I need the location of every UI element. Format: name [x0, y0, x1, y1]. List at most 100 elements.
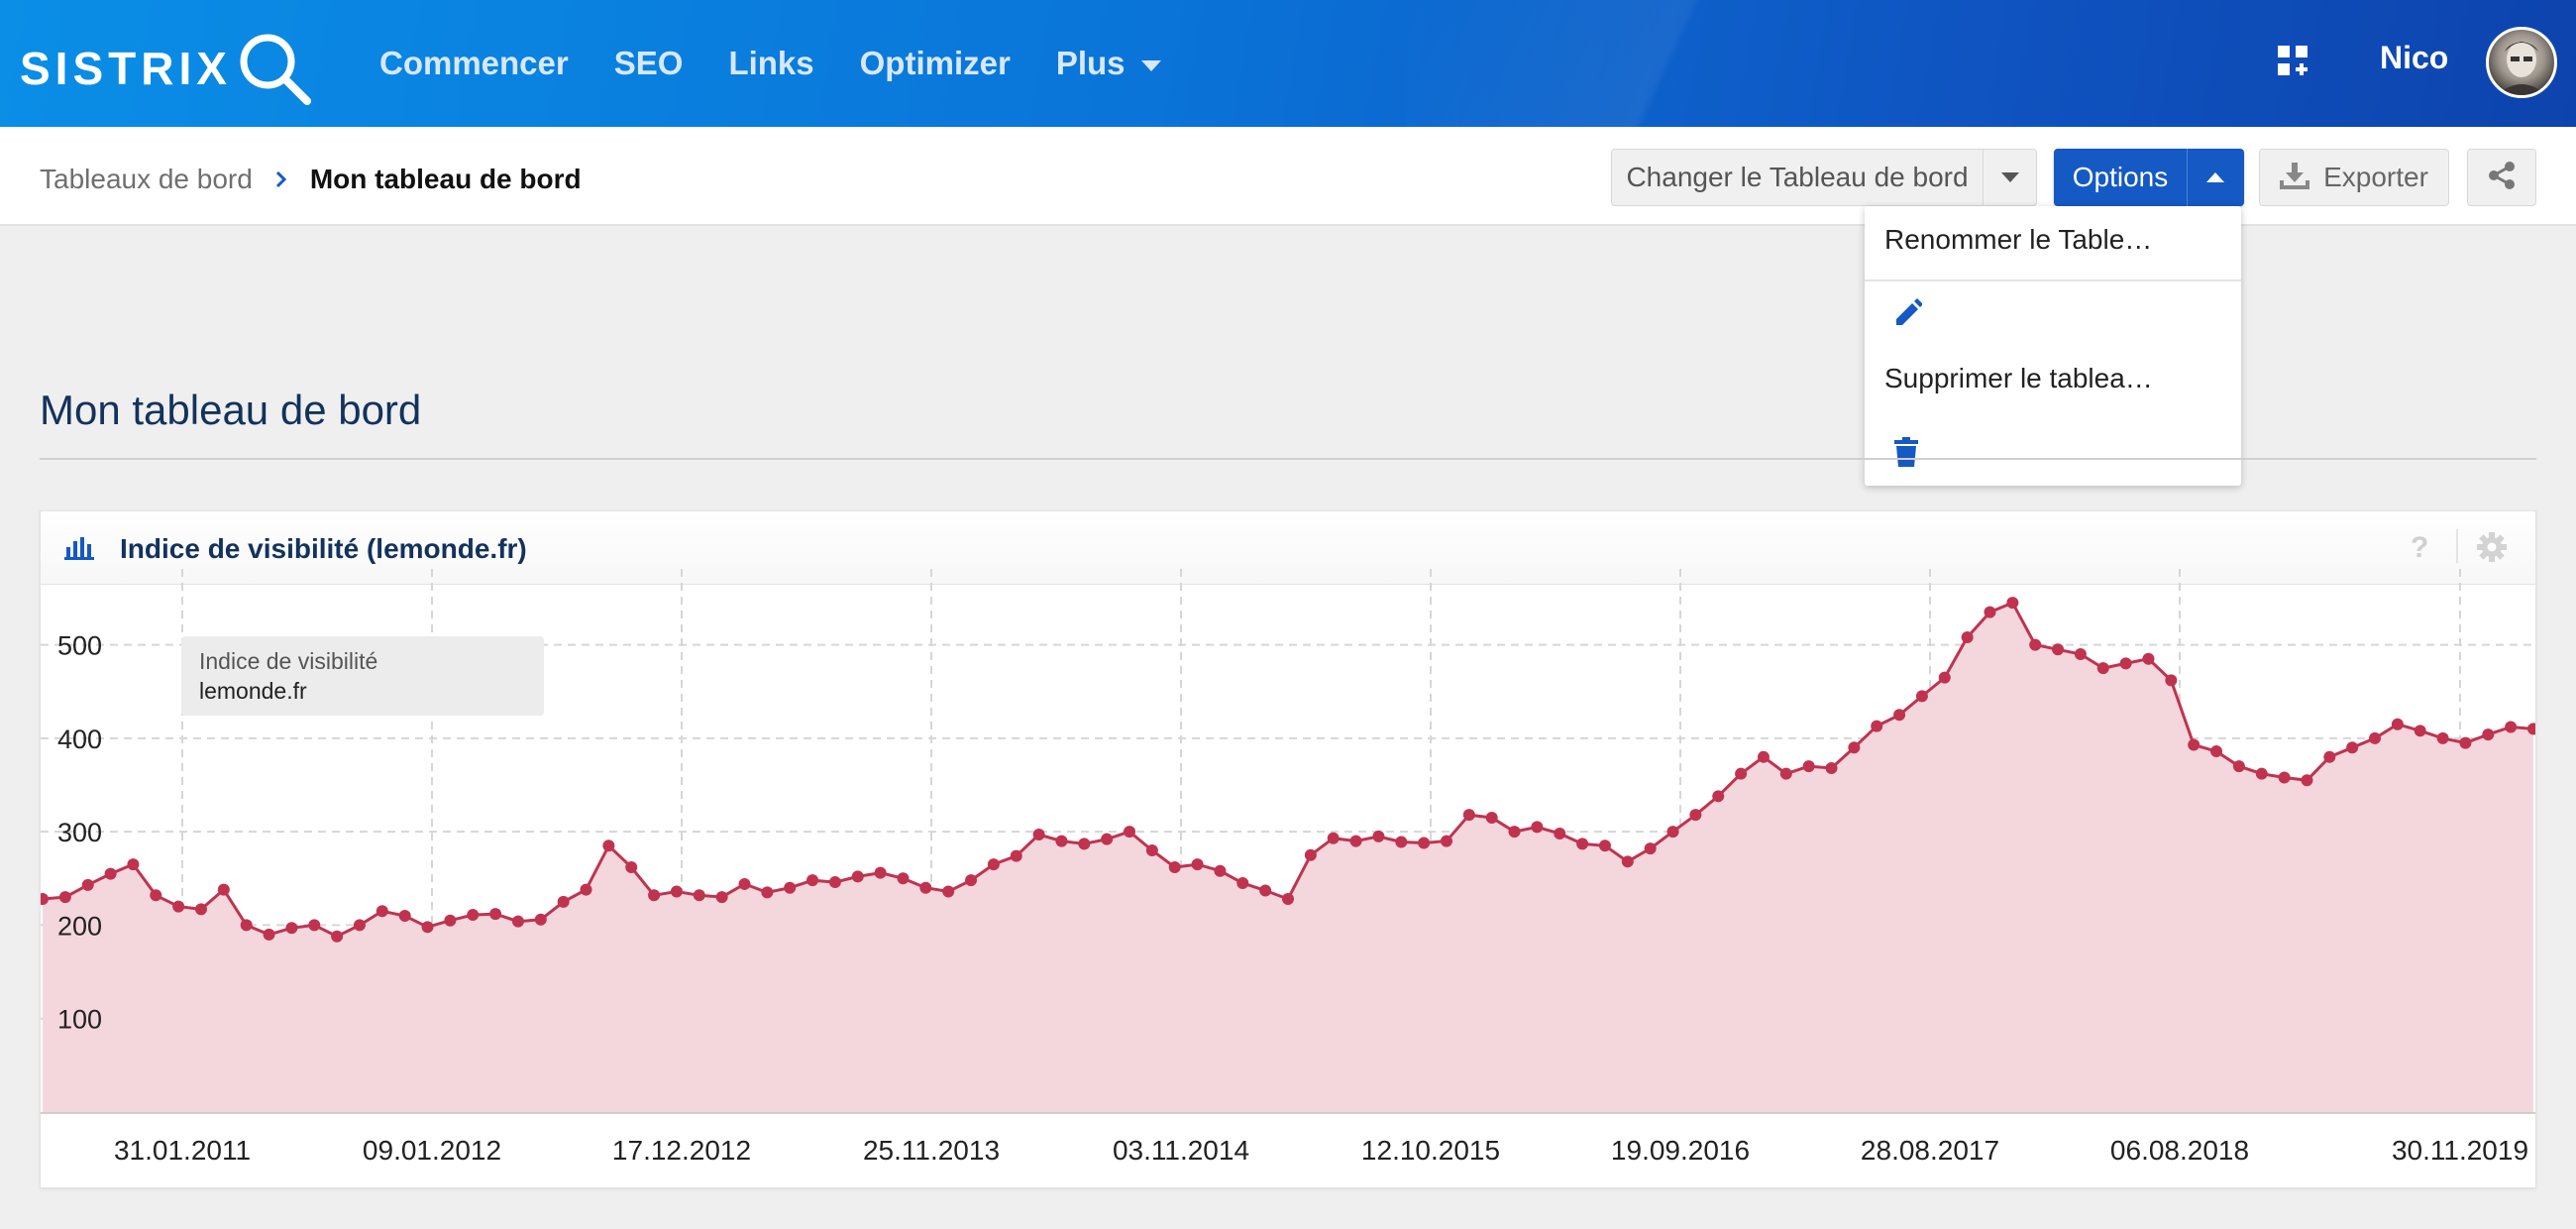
breadcrumb-parent[interactable]: Tableaux de bord: [40, 164, 253, 195]
magnifier-logo-icon: [236, 30, 315, 114]
menu-item-rename[interactable]: Renommer le Table…: [1865, 206, 2241, 281]
data-point: [2505, 721, 2518, 733]
data-point: [1168, 860, 1181, 873]
data-point: [1644, 842, 1657, 855]
pencil-icon[interactable]: [1892, 297, 1923, 332]
x-tick-label: 09.01.2012: [363, 1135, 501, 1166]
options-dropdown-toggle[interactable]: [2187, 149, 2243, 206]
data-point: [602, 839, 615, 852]
user-name[interactable]: Nico: [2380, 40, 2448, 76]
data-point: [1349, 835, 1362, 847]
data-point: [1101, 833, 1114, 845]
export-button[interactable]: Exporter: [2259, 149, 2449, 206]
y-tick-label: 200: [57, 911, 102, 941]
data-point: [1779, 767, 1792, 780]
x-tick-label: 28.08.2017: [1861, 1135, 1999, 1166]
share-button[interactable]: [2467, 149, 2536, 206]
data-point: [1802, 760, 1815, 773]
data-point: [738, 877, 751, 890]
logo-text: SISTRIX: [20, 43, 232, 94]
data-point: [2391, 718, 2404, 730]
data-point: [1735, 767, 1748, 780]
data-point: [2323, 750, 2336, 763]
data-point: [2301, 774, 2313, 787]
data-point: [285, 922, 298, 935]
nav-seo[interactable]: SEO: [614, 45, 684, 82]
data-point: [2029, 638, 2042, 651]
change-dashboard-dropdown-toggle[interactable]: [1983, 150, 2036, 205]
change-dashboard-button[interactable]: Changer le Tableau de bord: [1611, 149, 2037, 206]
data-point: [2210, 745, 2223, 758]
y-tick-label: 300: [57, 818, 102, 847]
visibility-chart[interactable]: 100 200 300 400 500 31.01.2011 09.01.2012 17.1…: [41, 511, 2535, 1187]
data-point: [1418, 837, 1431, 849]
legend-series-name: lemonde.fr: [199, 678, 307, 704]
data-point: [150, 889, 162, 902]
nav-plus-label: Plus: [1055, 45, 1126, 81]
data-point: [1032, 828, 1045, 840]
data-point: [81, 878, 94, 891]
page-title: Mon tableau de bord: [40, 387, 422, 433]
data-point: [308, 919, 321, 932]
nav-links[interactable]: Links: [728, 45, 813, 82]
nav-plus[interactable]: Plus: [1056, 45, 1161, 82]
data-point: [1304, 848, 1317, 861]
data-point: [2278, 771, 2291, 784]
data-point: [2436, 731, 2449, 744]
data-point: [806, 874, 819, 887]
data-point: [2096, 662, 2109, 675]
x-axis-labels: 31.01.2011 09.01.2012 17.12.2012 25.11.2013…: [114, 1135, 2528, 1166]
data-point: [127, 858, 140, 871]
chart-legend: Indice de visibilité lemonde.fr: [181, 636, 544, 716]
delete-label[interactable]: Supprimer le tablea…: [1884, 363, 2153, 394]
nav-commencer[interactable]: Commencer: [379, 45, 569, 82]
data-point: [421, 921, 434, 934]
data-point: [1327, 832, 1340, 844]
data-point: [897, 872, 910, 885]
data-point: [376, 905, 388, 918]
data-point: [1508, 826, 1521, 838]
y-tick-label: 400: [57, 725, 102, 754]
x-tick-label: 12.10.2015: [1361, 1135, 1500, 1166]
data-point: [1259, 884, 1272, 897]
data-point: [1191, 858, 1204, 871]
data-point: [1440, 835, 1452, 847]
share-icon: [2487, 161, 2517, 195]
legend-metric: Indice de visibilité: [199, 648, 378, 674]
data-point: [1531, 821, 1544, 834]
data-point: [2119, 657, 2132, 670]
data-point: [580, 883, 592, 896]
chevron-right-icon: [274, 165, 288, 196]
data-point: [2006, 597, 2019, 610]
data-point: [58, 891, 71, 904]
user-avatar[interactable]: [2486, 27, 2557, 98]
data-point: [2414, 725, 2426, 737]
x-tick-label: 03.11.2014: [1113, 1135, 1249, 1166]
data-point: [625, 860, 638, 873]
data-point: [2346, 741, 2359, 754]
nav-optimizer[interactable]: Optimizer: [860, 45, 1011, 82]
data-point: [194, 903, 207, 916]
data-point: [1145, 844, 1158, 856]
x-tick-label: 06.08.2018: [2110, 1135, 2249, 1166]
visibility-index-widget: Indice de visibilité (lemonde.fr) ? 100 2…: [40, 510, 2536, 1188]
chevron-down-icon: [1140, 59, 1161, 71]
data-point: [2459, 736, 2472, 749]
caret-up-icon: [2206, 172, 2224, 182]
top-navigation-bar: SISTRIX Commencer SEO Links Optimizer Pl…: [0, 0, 2576, 127]
breadcrumb: Tableaux de bord Mon tableau de bord: [40, 163, 582, 196]
options-button[interactable]: Options: [2054, 149, 2244, 206]
trash-icon[interactable]: [1892, 436, 1920, 473]
data-point: [1961, 631, 1974, 644]
data-point: [1372, 830, 1385, 842]
data-point: [874, 866, 887, 879]
add-widget-icon[interactable]: [2277, 45, 2308, 76]
change-dashboard-label: Changer le Tableau de bord: [1626, 162, 1969, 192]
data-point: [670, 885, 683, 898]
data-point: [919, 881, 932, 894]
data-point: [987, 858, 1000, 871]
data-point: [1395, 836, 1408, 848]
data-point: [784, 881, 797, 894]
title-divider: [40, 458, 2536, 460]
sistrix-logo[interactable]: SISTRIX: [20, 24, 315, 113]
